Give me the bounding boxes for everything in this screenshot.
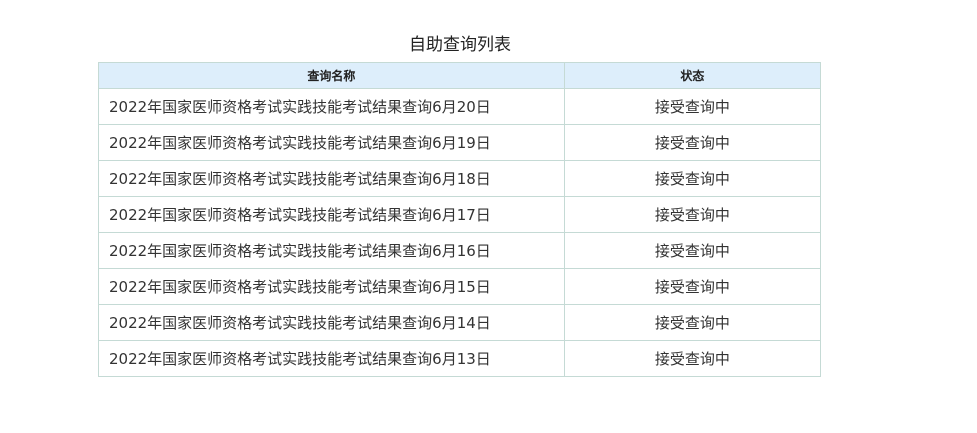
query-table: 查询名称 状态 2022年国家医师资格考试实践技能考试结果查询6月20日 接受查… <box>98 62 822 377</box>
query-name-link[interactable]: 2022年国家医师资格考试实践技能考试结果查询6月15日 <box>98 268 565 305</box>
table-row: 2022年国家医师资格考试实践技能考试结果查询6月17日 接受查询中 <box>98 196 822 233</box>
query-status: 接受查询中 <box>563 160 822 197</box>
table-row: 2022年国家医师资格考试实践技能考试结果查询6月20日 接受查询中 <box>98 88 822 125</box>
query-status: 接受查询中 <box>563 88 822 125</box>
table-row: 2022年国家医师资格考试实践技能考试结果查询6月16日 接受查询中 <box>98 232 822 269</box>
query-name-link[interactable]: 2022年国家医师资格考试实践技能考试结果查询6月16日 <box>98 232 565 269</box>
page-title: 自助查询列表 <box>409 35 511 55</box>
table-row: 2022年国家医师资格考试实践技能考试结果查询6月19日 接受查询中 <box>98 124 822 161</box>
query-status: 接受查询中 <box>563 232 822 269</box>
query-name-link[interactable]: 2022年国家医师资格考试实践技能考试结果查询6月18日 <box>98 160 565 197</box>
column-header-status: 状态 <box>563 62 822 89</box>
table-row: 2022年国家医师资格考试实践技能考试结果查询6月15日 接受查询中 <box>98 268 822 305</box>
table-row: 2022年国家医师资格考试实践技能考试结果查询6月13日 接受查询中 <box>98 340 822 377</box>
table-row: 2022年国家医师资格考试实践技能考试结果查询6月18日 接受查询中 <box>98 160 822 197</box>
query-status: 接受查询中 <box>563 124 822 161</box>
query-name-link[interactable]: 2022年国家医师资格考试实践技能考试结果查询6月14日 <box>98 304 565 341</box>
query-name-link[interactable]: 2022年国家医师资格考试实践技能考试结果查询6月13日 <box>98 340 565 377</box>
column-header-name: 查询名称 <box>98 62 565 89</box>
table-header-row: 查询名称 状态 <box>98 62 822 89</box>
query-status: 接受查询中 <box>563 268 822 305</box>
table-row: 2022年国家医师资格考试实践技能考试结果查询6月14日 接受查询中 <box>98 304 822 341</box>
query-name-link[interactable]: 2022年国家医师资格考试实践技能考试结果查询6月17日 <box>98 196 565 233</box>
query-name-link[interactable]: 2022年国家医师资格考试实践技能考试结果查询6月20日 <box>98 88 565 125</box>
query-status: 接受查询中 <box>563 196 822 233</box>
query-status: 接受查询中 <box>563 304 822 341</box>
query-status: 接受查询中 <box>563 340 822 377</box>
query-name-link[interactable]: 2022年国家医师资格考试实践技能考试结果查询6月19日 <box>98 124 565 161</box>
